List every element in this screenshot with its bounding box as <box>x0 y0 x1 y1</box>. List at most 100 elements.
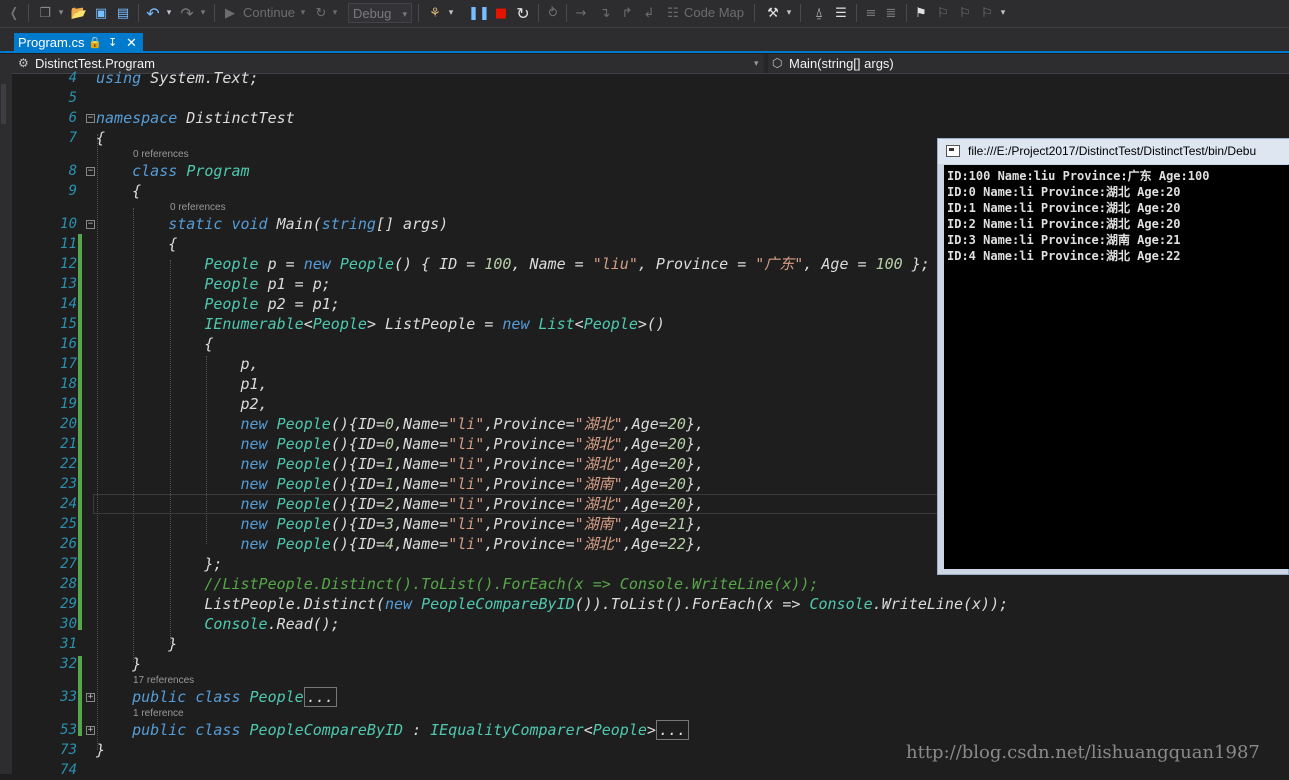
code-line: { <box>96 235 178 253</box>
show-next-statement-icon[interactable]: ⥁ <box>544 4 562 22</box>
left-tool-strip <box>0 54 12 774</box>
refresh-icon[interactable]: ↻ <box>312 4 330 22</box>
save-all-icon[interactable]: ▤ <box>114 4 132 22</box>
line-number: 5 <box>68 90 77 106</box>
vertical-scroll-thumb[interactable] <box>1 84 6 124</box>
bookmark-icon[interactable]: ⚑ <box>912 4 930 22</box>
code-line: //ListPeople.Distinct().ToList().ForEach… <box>204 575 819 593</box>
toolbar: ❬ ❐ ▾ 📂 ▣ ▤ ↶ ▾ ↷ ▾ ▶ Continue ▾ ↻ ▾ Deb… <box>0 0 1289 28</box>
line-number: 23 <box>60 476 77 492</box>
redo-dropdown-icon[interactable]: ▾ <box>198 4 208 22</box>
step-into-icon[interactable]: → <box>572 4 590 22</box>
tab-label: Program.cs <box>18 35 85 50</box>
code-line: class Program <box>132 162 250 180</box>
code-line: }; <box>96 555 223 573</box>
line-number: 4 <box>68 70 77 86</box>
line-number: 11 <box>60 236 77 252</box>
collapse-toggle-icon[interactable]: − <box>86 220 95 229</box>
codelens-references[interactable]: 0 references <box>133 149 189 161</box>
code-line: new People(){ID=1,Name="li",Province="湖南… <box>240 475 705 493</box>
member-dropdown[interactable]: ⬡ Main(string[] args) <box>768 54 1289 73</box>
clear-bookmarks-icon[interactable]: ⚐ <box>978 4 996 22</box>
code-line: People p1 = p; <box>204 275 331 293</box>
redo-icon[interactable]: ↷ <box>178 4 196 23</box>
line-number: 6 <box>68 110 77 126</box>
line-number: 33 <box>60 689 77 705</box>
restart-icon[interactable]: ↻ <box>514 4 532 23</box>
continue-play-icon[interactable]: ▶ <box>222 4 238 22</box>
line-number: 14 <box>60 296 77 312</box>
new-project-dropdown-icon[interactable]: ▾ <box>56 4 66 22</box>
code-map-icon[interactable]: ☷ <box>664 4 682 22</box>
step-back-icon[interactable]: ↲ <box>640 4 658 22</box>
code-line: } <box>96 655 142 673</box>
code-line: new People(){ID=3,Name="li",Province="湖南… <box>240 515 705 533</box>
undo-icon[interactable]: ↶ <box>144 4 162 23</box>
thread-icon[interactable]: ☰ <box>832 4 850 22</box>
save-icon[interactable]: ▣ <box>92 4 110 22</box>
line-number: 21 <box>60 436 77 452</box>
console-line: ID:0 Name:li Province:湖北 Age:20 <box>947 185 1181 199</box>
line-number: 12 <box>60 256 77 272</box>
code-line: p, <box>96 355 259 373</box>
configuration-dropdown[interactable]: Debug ▾ <box>348 3 412 23</box>
codelens-references[interactable]: 17 references <box>133 675 194 687</box>
document-tab-strip: Program.cs 🔒 ↧ ✕ En <box>0 28 1289 76</box>
pause-icon[interactable]: ❚❚ <box>468 4 490 22</box>
step-over-icon[interactable]: ↴ <box>596 4 614 22</box>
hex-display-icon[interactable]: ⍙ <box>810 4 828 22</box>
code-line: p1, <box>96 375 268 393</box>
class-icon: ⚙ <box>18 56 29 70</box>
code-line: new People(){ID=4,Name="li",Province="湖北… <box>240 535 705 553</box>
code-line: People p = new People() { ID = 100, Name… <box>204 255 930 273</box>
code-line: { <box>96 335 214 353</box>
expand-toggle-icon[interactable]: + <box>86 693 95 702</box>
codelens-references[interactable]: 1 reference <box>133 708 184 720</box>
line-number: 73 <box>60 742 77 758</box>
chevron-down-icon: ▾ <box>754 58 759 68</box>
close-icon[interactable]: ✕ <box>126 33 137 53</box>
undo-dropdown-icon[interactable]: ▾ <box>164 4 174 22</box>
code-line: People p2 = p1; <box>204 295 340 313</box>
changed-lines-bar <box>78 656 82 736</box>
exception-settings-dropdown-icon[interactable]: ▾ <box>784 4 794 22</box>
tab-program-cs[interactable]: Program.cs 🔒 ↧ ✕ <box>14 33 143 53</box>
line-number: 29 <box>60 596 77 612</box>
process-dropdown-icon[interactable]: ▾ <box>446 4 456 22</box>
continue-dropdown-icon[interactable]: ▾ <box>298 4 308 22</box>
new-project-icon[interactable]: ❐ <box>36 4 54 22</box>
line-number: 22 <box>60 456 77 472</box>
open-file-icon[interactable]: 📂 <box>70 4 88 22</box>
pin-icon[interactable]: ↧ <box>108 33 117 53</box>
stop-icon[interactable]: ■ <box>492 4 510 22</box>
console-line: ID:2 Name:li Province:湖北 Age:20 <box>947 217 1181 231</box>
collapse-toggle-icon[interactable]: − <box>86 167 95 176</box>
continue-label[interactable]: Continue <box>243 4 295 22</box>
comment-lines-icon[interactable]: ≡ <box>862 4 880 22</box>
line-number: 27 <box>60 556 77 572</box>
navigate-back-icon[interactable]: ❬ <box>6 4 22 22</box>
line-number: 9 <box>68 183 77 199</box>
process-icon[interactable]: ⚘ <box>426 4 444 22</box>
refresh-dropdown-icon[interactable]: ▾ <box>330 4 340 22</box>
step-out-icon[interactable]: ↱ <box>618 4 636 22</box>
code-map-label[interactable]: Code Map <box>684 4 744 22</box>
collapse-toggle-icon[interactable]: − <box>86 114 95 123</box>
code-line: { <box>96 182 142 200</box>
uncomment-lines-icon[interactable]: ≣ <box>882 4 900 22</box>
code-line: new People(){ID=1,Name="li",Province="湖北… <box>240 455 705 473</box>
console-window[interactable]: file:///E:/Project2017/DistinctTest/Dist… <box>937 138 1289 575</box>
console-title-bar[interactable]: file:///E:/Project2017/DistinctTest/Dist… <box>938 139 1289 164</box>
code-line: public class PeopleCompareByID : IEquali… <box>96 720 690 740</box>
codelens-references[interactable]: 0 references <box>170 202 226 214</box>
code-line: public class People... <box>96 687 337 707</box>
exception-settings-icon[interactable]: ⚒ <box>764 4 782 22</box>
next-bookmark-icon[interactable]: ⚐ <box>956 4 974 22</box>
line-number: 19 <box>60 396 77 412</box>
code-line: namespace DistinctTest <box>96 109 295 127</box>
line-number: 25 <box>60 516 77 532</box>
code-line: ListPeople.Distinct(new PeopleCompareByI… <box>96 595 1009 613</box>
expand-toggle-icon[interactable]: + <box>86 726 95 735</box>
previous-bookmark-icon[interactable]: ⚐ <box>934 4 952 22</box>
toolbar-overflow-icon[interactable]: ▾ <box>998 4 1008 22</box>
